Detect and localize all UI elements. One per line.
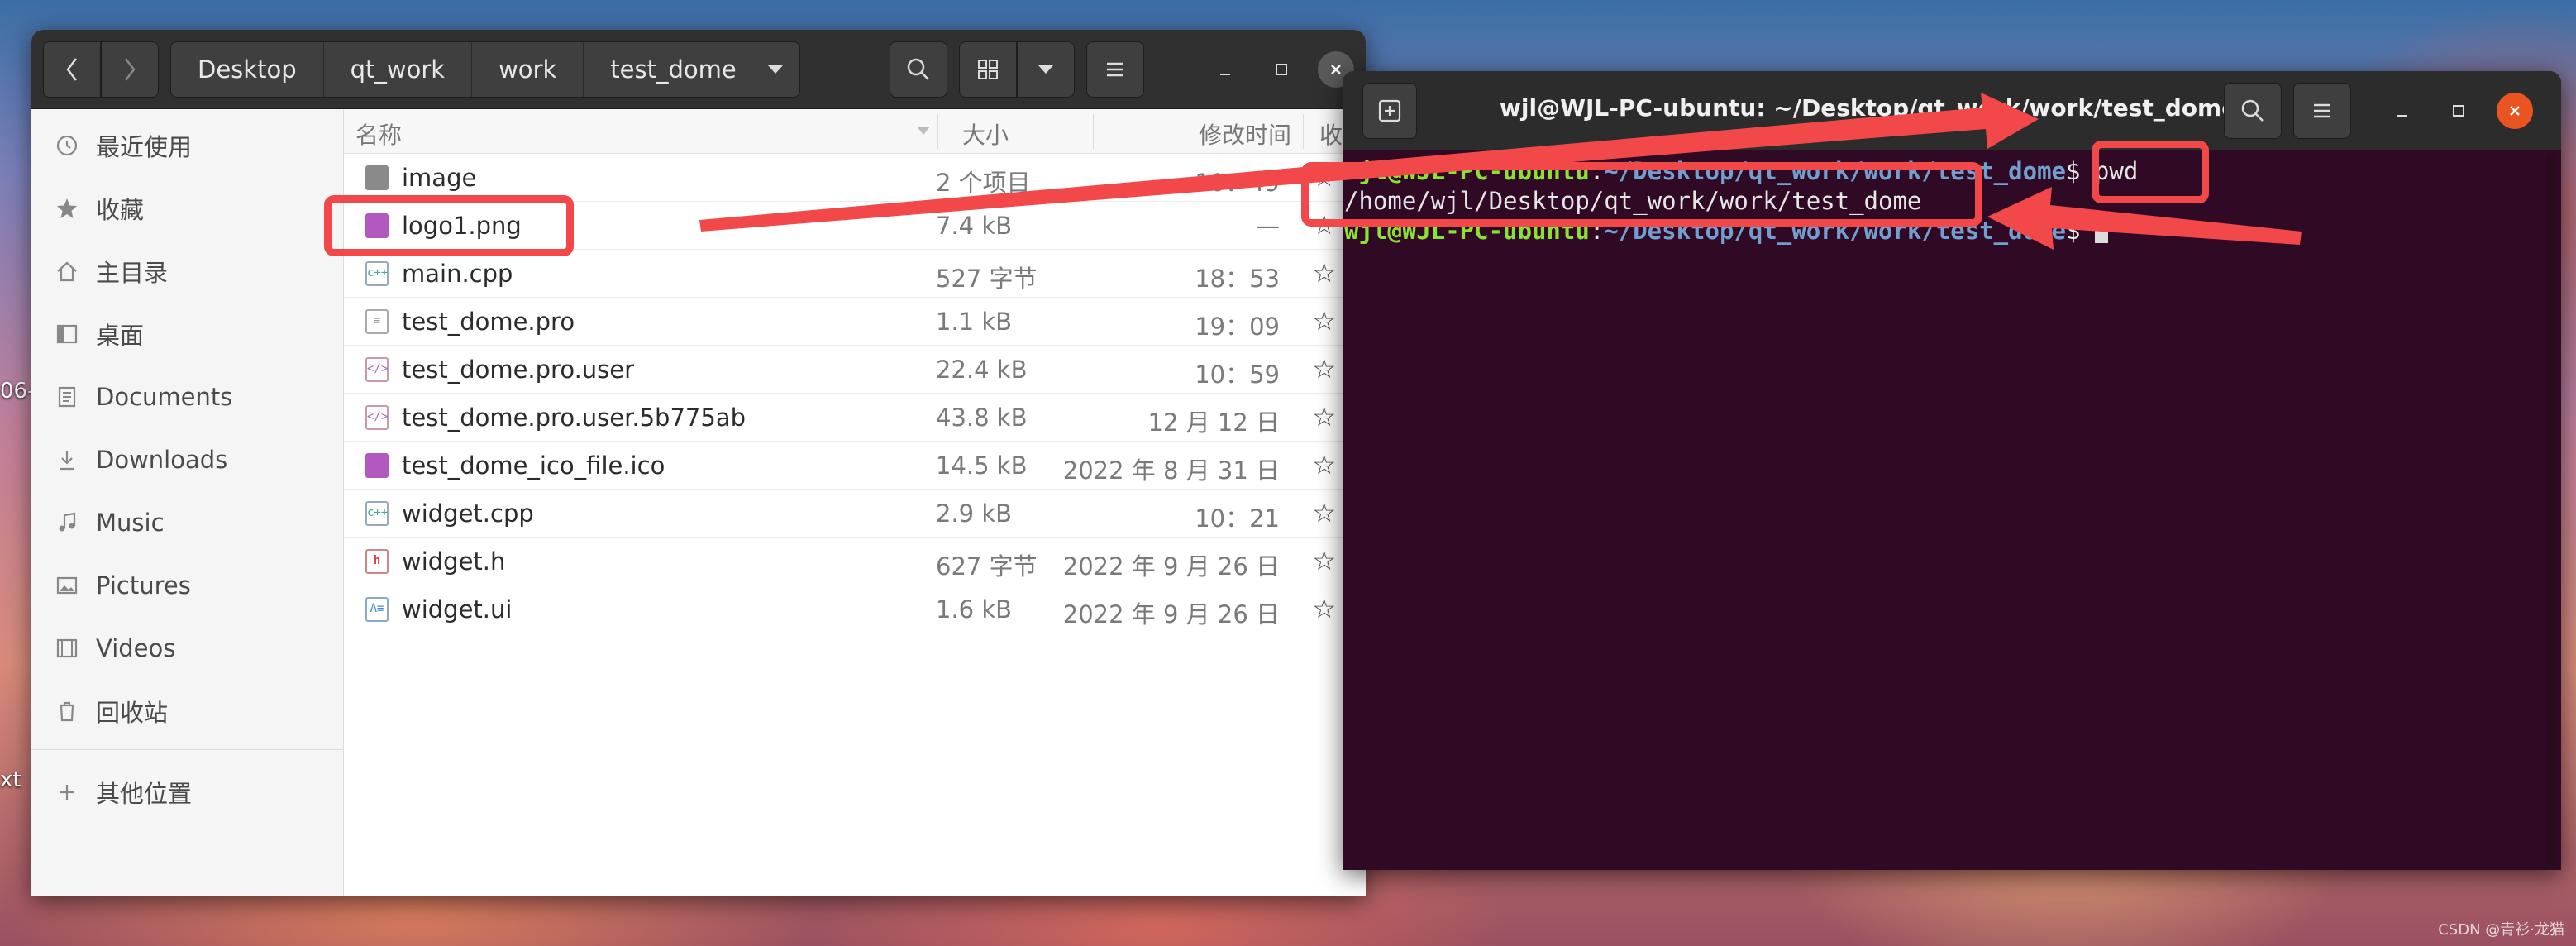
arrow-to-terminal-title — [699, 93, 2039, 232]
watermark-text: CSDN @青衫·龙猫 — [2438, 921, 2564, 939]
arrow-to-pwd-output — [1987, 187, 2302, 250]
annotation-arrows — [699, 93, 2302, 250]
